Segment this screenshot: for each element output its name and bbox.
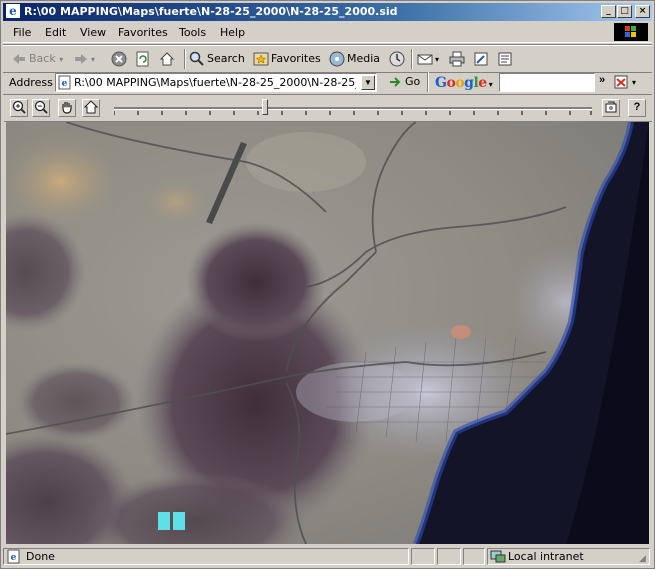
stop-button[interactable] bbox=[111, 49, 129, 69]
title-bar[interactable]: e R:\00 MAPPING\Maps\fuerte\N-28-25_2000… bbox=[3, 3, 652, 21]
viewer-help-button[interactable]: ? bbox=[628, 99, 646, 117]
export-button[interactable] bbox=[602, 99, 620, 117]
status-text: Done bbox=[26, 550, 55, 563]
zoom-slider-ticks bbox=[114, 111, 592, 115]
zoom-out-button[interactable] bbox=[32, 99, 50, 117]
resize-grip-icon[interactable]: ◢ bbox=[639, 554, 649, 564]
media-icon bbox=[329, 51, 345, 67]
zoom-slider-thumb[interactable] bbox=[262, 99, 268, 115]
zoom-in-icon bbox=[12, 100, 26, 114]
svg-text:e: e bbox=[11, 553, 17, 563]
search-button[interactable]: Search bbox=[189, 49, 245, 69]
zoom-in-button[interactable] bbox=[10, 99, 28, 117]
home-button[interactable] bbox=[159, 49, 177, 69]
google-logo-text: Google bbox=[435, 75, 487, 91]
minimize-button[interactable]: _ bbox=[601, 5, 616, 18]
zone-text: Local intranet bbox=[508, 550, 584, 563]
window-title: R:\00 MAPPING\Maps\fuerte\N-28-25_2000\N… bbox=[24, 5, 398, 18]
mail-button[interactable]: ▾ bbox=[417, 49, 439, 69]
viewer-home-button[interactable] bbox=[82, 99, 100, 117]
close-button[interactable]: × bbox=[635, 5, 650, 18]
menu-tools[interactable]: Tools bbox=[179, 26, 206, 39]
favorites-button[interactable]: Favorites bbox=[253, 49, 321, 69]
menu-bar: File Edit View Favorites Tools Help bbox=[3, 22, 652, 43]
page-done-icon: e bbox=[7, 549, 20, 564]
windows-logo-icon bbox=[614, 23, 648, 41]
refresh-button[interactable] bbox=[135, 49, 153, 69]
status-pane-empty bbox=[411, 548, 435, 565]
status-zone-pane: Local intranet ◢ bbox=[487, 548, 650, 565]
pan-button[interactable] bbox=[58, 99, 76, 117]
refresh-icon bbox=[136, 51, 149, 67]
home-icon bbox=[159, 52, 175, 66]
status-text-pane: e Done bbox=[3, 548, 409, 565]
sid-viewer-toolbar: ? bbox=[4, 96, 652, 122]
discuss-icon bbox=[498, 52, 512, 66]
favorites-star-icon bbox=[253, 52, 269, 66]
address-dropdown-button[interactable]: ▼ bbox=[361, 75, 375, 90]
zoom-out-icon bbox=[34, 100, 48, 114]
status-pane-empty bbox=[437, 548, 461, 565]
page-icon: e bbox=[58, 75, 71, 90]
google-search-input[interactable] bbox=[499, 73, 595, 92]
hand-icon bbox=[62, 102, 72, 114]
standard-toolbar: Back ▾ ▾ Search Favorites Media ▾ bbox=[3, 44, 652, 73]
menu-help[interactable]: Help bbox=[220, 26, 245, 39]
address-label: Address bbox=[9, 76, 53, 89]
maximize-button[interactable]: □ bbox=[617, 5, 632, 18]
toolbar-chevron-icon[interactable]: » bbox=[599, 74, 605, 86]
address-bar: Address e R:\00 MAPPING\Maps\fuerte\N-28… bbox=[3, 72, 652, 95]
discuss-button[interactable] bbox=[497, 49, 515, 69]
history-button[interactable] bbox=[389, 49, 407, 69]
ie-icon: e bbox=[6, 4, 20, 18]
toolbar-separator bbox=[184, 49, 186, 69]
media-button[interactable]: Media bbox=[329, 49, 380, 69]
satellite-image bbox=[6, 122, 649, 544]
satellite-map-view[interactable] bbox=[6, 122, 649, 544]
status-bar: e Done Local intranet ◢ bbox=[3, 547, 652, 567]
print-button[interactable] bbox=[449, 49, 467, 69]
back-button[interactable]: Back ▾ bbox=[11, 49, 63, 69]
printer-icon bbox=[449, 51, 465, 67]
google-logo-letter: e bbox=[478, 75, 487, 91]
svg-text:e: e bbox=[62, 79, 68, 89]
mail-icon bbox=[417, 54, 433, 65]
google-logo-letter: o bbox=[455, 75, 465, 91]
toolbar-separator bbox=[427, 72, 429, 92]
back-arrow-icon bbox=[13, 54, 25, 64]
address-input[interactable]: e R:\00 MAPPING\Maps\fuerte\N-28-25_2000… bbox=[55, 73, 377, 92]
google-logo-letter: o bbox=[446, 75, 456, 91]
google-logo[interactable]: Google ▾ bbox=[435, 75, 493, 91]
google-options-button[interactable]: ▾ bbox=[614, 72, 636, 92]
address-value: R:\00 MAPPING\Maps\fuerte\N-28-25_2000\N… bbox=[74, 76, 356, 89]
menu-edit[interactable]: Edit bbox=[45, 26, 66, 39]
status-pane-empty bbox=[463, 548, 485, 565]
edit-button[interactable] bbox=[473, 49, 491, 69]
history-icon bbox=[389, 51, 405, 67]
search-icon bbox=[189, 51, 204, 66]
stop-icon bbox=[111, 51, 127, 67]
home-icon bbox=[83, 100, 99, 114]
go-button[interactable]: Go bbox=[387, 72, 420, 92]
intranet-icon bbox=[490, 550, 506, 563]
google-logo-letter: G bbox=[435, 75, 447, 91]
toolbar-separator bbox=[411, 49, 413, 69]
go-arrow-icon bbox=[390, 77, 401, 87]
edit-icon bbox=[474, 52, 488, 66]
zoom-slider-track[interactable] bbox=[114, 107, 592, 110]
menu-file[interactable]: File bbox=[13, 26, 31, 39]
google-options-icon bbox=[614, 75, 628, 89]
export-icon bbox=[605, 101, 617, 113]
svg-text:e: e bbox=[9, 4, 17, 18]
forward-button[interactable]: ▾ bbox=[73, 49, 95, 69]
browser-window: e R:\00 MAPPING\Maps\fuerte\N-28-25_2000… bbox=[0, 0, 655, 569]
forward-arrow-icon bbox=[75, 54, 87, 64]
menu-view[interactable]: View bbox=[80, 26, 106, 39]
menu-favorites[interactable]: Favorites bbox=[118, 26, 168, 39]
